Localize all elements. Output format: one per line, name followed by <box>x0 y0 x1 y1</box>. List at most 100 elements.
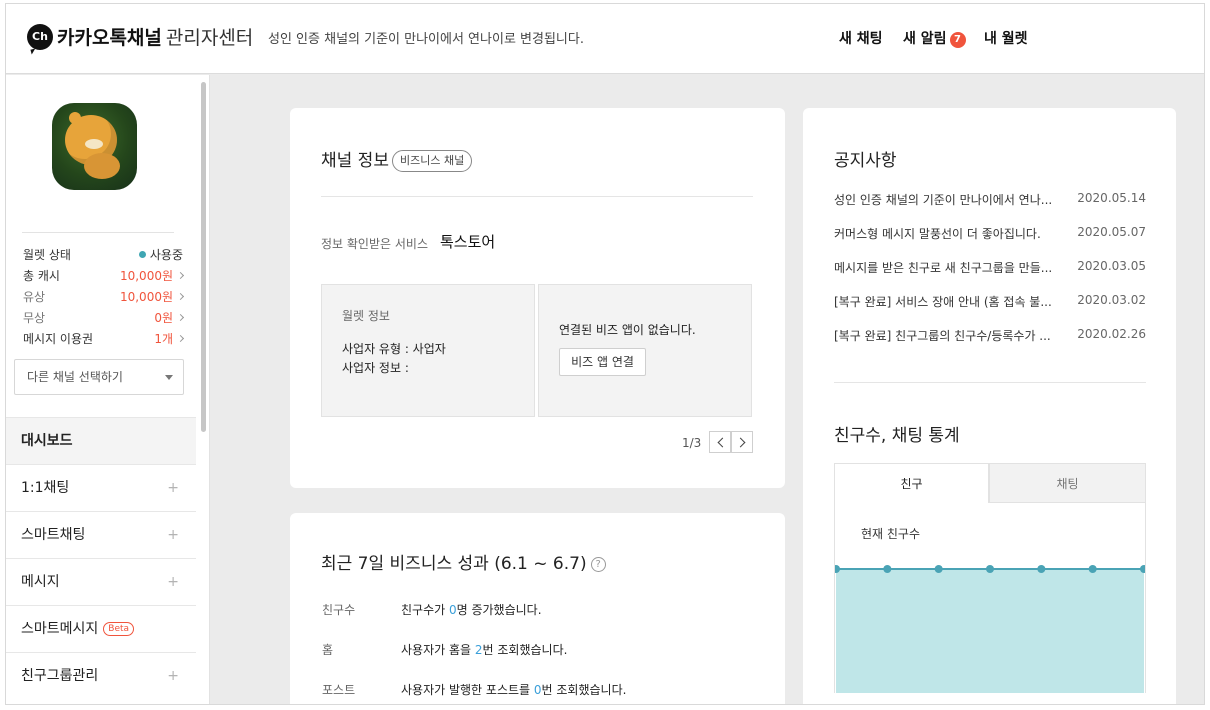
menu-item-message[interactable]: 메시지 + <box>6 558 196 605</box>
menu-item-label: 1:1채팅 <box>21 480 70 496</box>
brand-title[interactable]: 카카오톡채널 관리자센터 <box>57 23 253 50</box>
channel-logo-icon[interactable]: Ch <box>27 24 53 50</box>
paid-cash-row[interactable]: 유상 10,000원 <box>23 287 185 308</box>
free-cash-amount: 0원 <box>154 311 173 325</box>
total-cash-row[interactable]: 총 캐시 10,000원 <box>23 266 185 287</box>
chevron-right-icon <box>735 437 746 448</box>
channel-select-dropdown[interactable]: 다른 채널 선택하기 <box>14 359 184 395</box>
stats-panel: 친구 채팅 현재 친구수 <box>834 463 1146 693</box>
beta-badge: Beta <box>103 622 135 636</box>
perf-text: 명 증가했습니다. <box>456 603 542 617</box>
message-voucher-value: 1개 <box>154 329 185 350</box>
chevron-left-icon <box>717 437 728 448</box>
status-dot-icon <box>138 251 146 258</box>
new-chat-link[interactable]: 새 채팅 <box>839 28 883 48</box>
chart-area-fill <box>836 569 1144 693</box>
menu-item-label: 스마트메시지 <box>21 621 99 637</box>
notice-item[interactable]: 메시지를 받은 친구로 새 친구그룹을 만들... 2020.03.05 <box>834 259 1146 276</box>
channel-info-divider <box>321 196 753 197</box>
free-cash-value: 0원 <box>154 308 185 329</box>
notice-item[interactable]: [복구 완료] 서비스 장애 안내 (홈 접속 불... 2020.03.02 <box>834 293 1146 310</box>
perf-value: 사용자가 발행한 포스트를 0번 조회했습니다. <box>401 681 626 698</box>
chart-data-point[interactable] <box>883 565 892 573</box>
business-performance-card: 최근 7일 비즈니스 성과 (6.1 ~ 6.7)? 친구수 친구수가 0명 증… <box>290 513 785 704</box>
notice-stats-card: 공지사항 성인 인증 채널의 기준이 만나이에서 연나... 2020.05.14… <box>803 108 1176 704</box>
caret-down-icon <box>165 375 173 380</box>
sidebar-scrollbar[interactable] <box>201 82 206 432</box>
plus-icon[interactable]: + <box>167 512 179 559</box>
new-alarm-link[interactable]: 새 알림 7 <box>903 28 966 48</box>
sidebar: 월렛 상태 사용중 총 캐시 10,000원 유상 10,000원 무상 0원 … <box>6 75 210 704</box>
menu-item-dashboard[interactable]: 대시보드 <box>6 417 196 464</box>
plus-icon[interactable]: + <box>167 465 179 512</box>
brand-suffix: 관리자센터 <box>165 27 254 49</box>
chart-data-point[interactable] <box>934 565 943 573</box>
perf-number: 2 <box>474 643 483 657</box>
notice-item[interactable]: 커머스형 메시지 말풍선이 더 좋아집니다. 2020.05.07 <box>834 225 1146 242</box>
menu-item-label: 대시보드 <box>21 433 73 449</box>
notice-divider <box>834 382 1146 383</box>
chart-data-point[interactable] <box>1088 565 1097 573</box>
paid-cash-value: 10,000원 <box>119 287 185 308</box>
wallet-status-row: 월렛 상태 사용중 <box>23 245 183 266</box>
chart-data-point[interactable] <box>986 565 994 573</box>
performance-title-text: 최근 7일 비즈니스 성과 (6.1 ~ 6.7) <box>321 554 587 574</box>
channel-info-title-text: 채널 정보 <box>321 151 389 171</box>
connect-biz-app-button[interactable]: 비즈 앱 연결 <box>559 348 646 376</box>
menu-item-chat[interactable]: 1:1채팅 + <box>6 464 196 511</box>
perf-number: 0 <box>533 683 542 697</box>
menu-item-smart-chat[interactable]: 스마트채팅 + <box>6 511 196 558</box>
notice-item-date: 2020.05.07 <box>1077 225 1146 239</box>
new-alarm-label: 새 알림 <box>903 31 947 47</box>
perf-key: 포스트 <box>322 683 356 697</box>
wallet-status-value: 사용중 <box>138 245 183 266</box>
verified-service-value: 톡스토어 <box>440 233 496 251</box>
brand-name: 카카오톡채널 <box>57 27 162 49</box>
wallet-info-title: 월렛 정보 <box>342 309 390 323</box>
paid-cash-amount: 10,000원 <box>119 290 173 304</box>
perf-value: 사용자가 홈을 2번 조회했습니다. <box>401 641 567 658</box>
notice-item[interactable]: 성인 인증 채널의 기준이 만나이에서 연나... 2020.05.14 <box>834 191 1146 208</box>
profile-image[interactable] <box>52 103 137 190</box>
plus-icon[interactable]: + <box>167 559 179 606</box>
business-info-text: 사업자 정보 : <box>342 361 409 375</box>
menu-item-smart-message[interactable]: 스마트메시지 Beta <box>6 605 196 652</box>
menu-item-friend-group[interactable]: 친구그룹관리 + <box>6 652 196 699</box>
stats-title: 친구수, 채팅 통계 <box>834 426 960 446</box>
menu-item-label: 스마트채팅 <box>21 527 86 543</box>
chart-data-point[interactable] <box>1037 565 1046 573</box>
biz-app-empty-text: 연결된 비즈 앱이 없습니다. <box>559 323 696 337</box>
help-icon[interactable]: ? <box>590 557 606 572</box>
app-window: Ch 카카오톡채널 관리자센터 성인 인증 채널의 기준이 만나이에서 연나이로 … <box>5 3 1205 705</box>
chevron-right-icon <box>176 292 185 301</box>
message-voucher-label: 메시지 이용권 <box>23 332 94 346</box>
channel-select-text: 다른 채널 선택하기 <box>27 370 123 384</box>
wallet-status-label: 월렛 상태 <box>23 248 71 262</box>
free-cash-label: 무상 <box>23 311 46 325</box>
notice-item-text: [복구 완료] 서비스 장애 안내 (홈 접속 불... <box>834 295 1052 309</box>
sidebar-menu: 대시보드 1:1채팅 + 스마트채팅 + 메시지 + 스마트메시지 Beta 친구… <box>6 417 196 699</box>
wallet-info-box: 월렛 정보 사업자 유형 : 사업자 사업자 정보 : <box>321 284 535 417</box>
menu-item-label: 메시지 <box>21 574 60 590</box>
chart-area: 현재 친구수 <box>834 503 1146 693</box>
my-wallet-link[interactable]: 내 월렛 <box>984 28 1028 48</box>
message-voucher-count: 1개 <box>154 332 173 346</box>
channel-info-title: 채널 정보 비즈니스 채널 <box>321 146 473 172</box>
channel-type-tag: 비즈니스 채널 <box>391 150 473 172</box>
pager-next-button[interactable] <box>731 431 753 453</box>
plus-icon[interactable]: + <box>167 653 179 700</box>
tab-friends[interactable]: 친구 <box>834 463 989 503</box>
notice-item-date: 2020.03.05 <box>1077 259 1146 273</box>
header-notice[interactable]: 성인 인증 채널의 기준이 만나이에서 연나이로 변경됩니다. <box>268 28 584 47</box>
notice-item-date: 2020.03.02 <box>1077 293 1146 307</box>
notice-item-text: 메시지를 받은 친구로 새 친구그룹을 만들... <box>834 261 1053 275</box>
notice-item[interactable]: [복구 완료] 친구그룹의 친구수/등록수가 ... 2020.02.26 <box>834 327 1146 344</box>
performance-title: 최근 7일 비즈니스 성과 (6.1 ~ 6.7)? <box>321 549 606 574</box>
free-cash-row[interactable]: 무상 0원 <box>23 308 185 329</box>
tab-chats[interactable]: 채팅 <box>989 463 1146 503</box>
pager-prev-button[interactable] <box>709 431 731 453</box>
wallet-summary: 월렛 상태 사용중 총 캐시 10,000원 유상 10,000원 무상 0원 … <box>23 245 185 350</box>
perf-key: 친구수 <box>322 603 356 617</box>
message-voucher-row[interactable]: 메시지 이용권 1개 <box>23 329 185 350</box>
paid-cash-label: 유상 <box>23 290 46 304</box>
